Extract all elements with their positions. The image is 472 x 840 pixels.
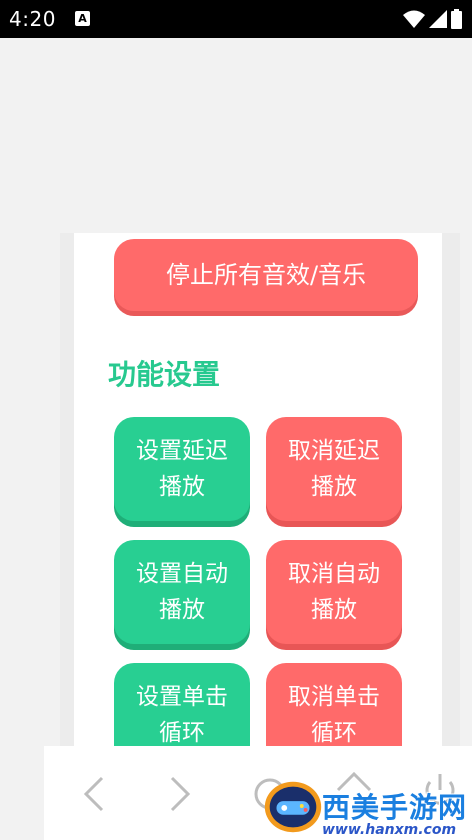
button-label-line1: 设置延迟 [136, 438, 228, 464]
forward-icon[interactable] [168, 776, 192, 812]
button-label-line2: 播放 [159, 474, 205, 500]
button-label-line1: 设置自动 [136, 561, 228, 587]
button-label-line1: 取消延迟 [288, 438, 380, 464]
status-time: 4:20 [9, 7, 56, 31]
stop-all-sounds-button[interactable]: 停止所有音效/音乐 [114, 239, 418, 311]
cancel-delay-play-button[interactable]: 取消延迟 播放 [266, 417, 402, 521]
watermark-title: 西美手游网 [322, 791, 468, 824]
battery-icon [451, 9, 462, 29]
notification-icon: A [75, 11, 90, 26]
button-label-line2: 播放 [159, 597, 205, 623]
cancel-auto-play-button[interactable]: 取消自动 播放 [266, 540, 402, 644]
set-click-loop-button[interactable]: 设置单击 循环 [114, 663, 250, 753]
button-label-line1: 取消自动 [288, 561, 380, 587]
set-delay-play-button[interactable]: 设置延迟 播放 [114, 417, 250, 521]
section-title: 功能设置 [108, 358, 221, 391]
signal-icon [429, 10, 447, 28]
content-panel: 停止所有音效/音乐 功能设置 设置延迟 播放 取消延迟 播放 设置自动 播放 取… [60, 233, 460, 753]
wifi-icon [403, 10, 425, 28]
back-icon[interactable] [82, 776, 106, 812]
status-icons [403, 9, 462, 29]
button-label-line1: 取消单击 [288, 684, 380, 710]
button-label-line2: 播放 [311, 597, 357, 623]
web-content: 停止所有音效/音乐 功能设置 设置延迟 播放 取消延迟 播放 设置自动 播放 取… [74, 233, 442, 753]
cancel-click-loop-button[interactable]: 取消单击 循环 [266, 663, 402, 753]
gamepad-logo-icon [264, 781, 322, 833]
button-label-line1: 设置单击 [136, 684, 228, 710]
button-label-line2: 播放 [311, 474, 357, 500]
set-auto-play-button[interactable]: 设置自动 播放 [114, 540, 250, 644]
watermark-url: www.hanxm.com [322, 822, 457, 838]
blank-top-area [0, 38, 472, 233]
status-bar: 4:20 A [0, 0, 472, 38]
